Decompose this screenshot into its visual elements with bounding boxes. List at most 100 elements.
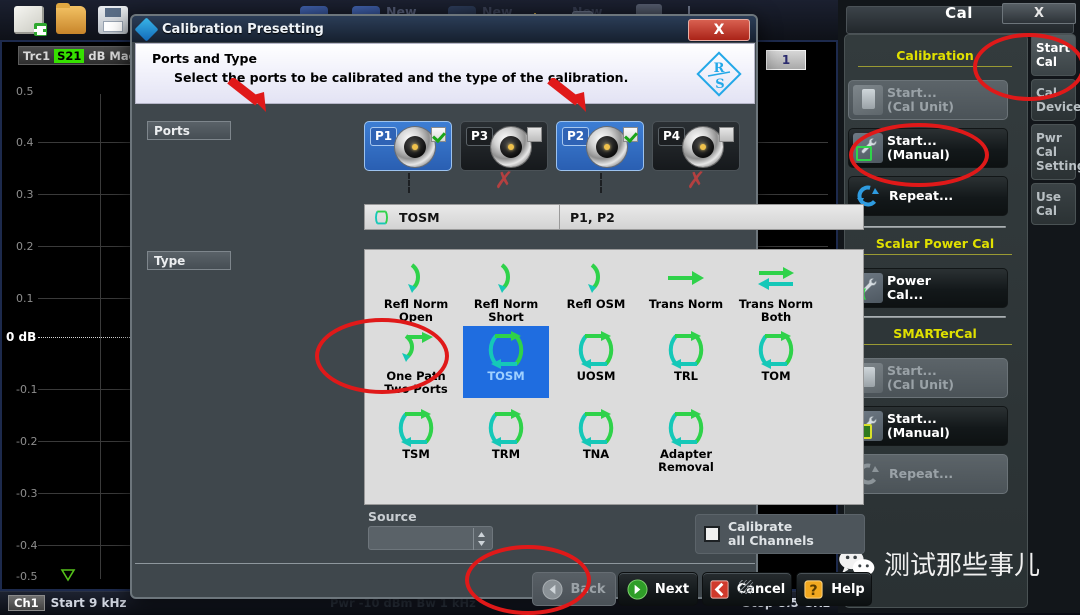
y-axis-tick: -0.1: [16, 383, 38, 396]
cal-type-grid: Refl Norm Open Refl Norm Short Refl OSM Tr…: [364, 249, 864, 505]
dialog-resize-grip[interactable]: [739, 580, 753, 594]
softkey-smarter-start-manual[interactable]: Start... (Manual): [848, 406, 1008, 446]
cal-type-refl-norm-short[interactable]: Refl Norm Short: [463, 258, 549, 324]
port-p1[interactable]: P1: [364, 121, 452, 171]
port-link-dash-p1: [408, 173, 410, 193]
cal-type-label: UOSM: [576, 369, 616, 383]
y-axis-tick: -0.2: [16, 435, 38, 448]
y-axis-tick-zero: 0 dB: [6, 330, 37, 344]
help-button[interactable]: ? Help: [796, 572, 872, 606]
loop-icon: [373, 408, 459, 448]
section-title-scalar-power-cal: Scalar Power Cal: [875, 236, 995, 251]
status-channel-badge[interactable]: Ch1: [8, 595, 45, 611]
connector-icon: [587, 127, 627, 167]
question-mark-icon: ?: [804, 579, 823, 599]
cal-type-tna[interactable]: TNA: [553, 408, 639, 461]
dialog-close-button[interactable]: X: [688, 19, 750, 41]
diagram-number-badge[interactable]: 1: [766, 50, 806, 70]
arrow-right-circle-icon: [627, 578, 648, 600]
new-document-icon[interactable]: [14, 6, 47, 36]
port-p3-checkbox[interactable]: [527, 127, 542, 142]
section-divider: [852, 226, 1006, 228]
svg-text:S: S: [715, 77, 724, 92]
cal-type-tosm[interactable]: TOSM: [463, 326, 549, 398]
softkey-smarter-start-cal-unit[interactable]: Start... (Cal Unit): [848, 358, 1008, 398]
back-button[interactable]: Back: [532, 572, 616, 606]
refl-arrow-icon: [553, 258, 639, 298]
cal-type-tsm[interactable]: TSM: [373, 408, 459, 461]
port-p1-checkbox[interactable]: [431, 127, 446, 142]
connector-icon: [491, 127, 531, 167]
status-start-frequency[interactable]: Start 9 kHz: [51, 596, 127, 610]
tab-start-cal[interactable]: Start Cal: [1031, 34, 1076, 76]
softkey-label: Start... (Manual): [887, 411, 950, 440]
port-p4[interactable]: P4: [652, 121, 740, 171]
next-button[interactable]: Next: [618, 572, 698, 606]
arrow-left-circle-icon: [542, 578, 563, 600]
source-input[interactable]: [368, 526, 493, 550]
port-label: P3: [466, 127, 494, 146]
cal-type-tom[interactable]: TOM: [733, 330, 819, 383]
loop-icon: [553, 408, 639, 448]
wrench-icon: [853, 133, 883, 163]
cal-type-label: Refl Norm Short: [473, 297, 539, 324]
port-p2[interactable]: P2: [556, 121, 644, 171]
tab-cal-devices[interactable]: CalDevices: [1031, 79, 1080, 121]
cal-type-trans-norm-both[interactable]: Trans Norm Both: [733, 258, 819, 324]
cal-type-uosm[interactable]: UOSM: [553, 330, 639, 383]
dialog-titlebar[interactable]: Calibration Presetting: [132, 16, 756, 42]
cal-type-trm[interactable]: TRM: [463, 408, 549, 461]
refl-arrow-icon: [463, 258, 549, 298]
rohde-schwarz-icon: [134, 16, 159, 42]
y-axis-tick: -0.4: [16, 539, 38, 552]
dialog-header-subtitle: Select the ports to be calibrated and th…: [174, 70, 629, 85]
tab-pwr-cal-settings[interactable]: Pwr CalSettings: [1031, 124, 1080, 180]
tab-label: CalDevices: [1036, 86, 1080, 114]
source-spinner[interactable]: [473, 528, 488, 550]
port-label: P2: [562, 127, 590, 146]
ports-group-label: Ports: [147, 121, 231, 140]
source-label: Source: [368, 509, 417, 524]
calibrate-all-channels-label: Calibrate all Channels: [728, 519, 814, 548]
softkey-repeat[interactable]: Repeat...: [848, 176, 1008, 216]
cal-type-refl-osm[interactable]: Refl OSM: [553, 258, 639, 311]
tab-use-cal[interactable]: Use Cal: [1031, 183, 1076, 225]
save-disk-icon[interactable]: [98, 6, 128, 34]
cal-type-adapter-removal[interactable]: Adapter Removal: [643, 408, 729, 474]
softkey-start-cal-unit[interactable]: Start... (Cal Unit): [848, 80, 1008, 120]
calibration-presetting-dialog: Calibration Presetting X Ports and Type …: [130, 14, 872, 606]
softkey-start-manual[interactable]: Start... (Manual): [848, 128, 1008, 168]
port-p3[interactable]: P3: [460, 121, 548, 171]
section-rule: [858, 344, 1012, 345]
dialog-header-title: Ports and Type: [152, 51, 257, 66]
softkey-smarter-repeat[interactable]: Repeat...: [848, 454, 1008, 494]
rohde-schwarz-logo: R S: [696, 51, 742, 97]
tab-label: Pwr CalSettings: [1036, 131, 1080, 173]
section-rule: [858, 66, 1012, 67]
port-p2-checkbox[interactable]: [623, 127, 638, 142]
port-label: P4: [658, 127, 686, 146]
onepath-icon: [373, 330, 459, 370]
port-link-x-p3: ✗: [494, 168, 514, 194]
cancel-icon: [710, 579, 729, 599]
port-p4-checkbox[interactable]: [719, 127, 734, 142]
trace-label[interactable]: Trc1 S21 dB Mag: [18, 46, 142, 65]
summary-separator: [559, 204, 560, 230]
softkey-label: Start... (Manual): [887, 133, 950, 162]
cal-type-trans-norm[interactable]: Trans Norm: [643, 258, 729, 311]
calibrate-all-channels-checkbox[interactable]: [704, 526, 720, 542]
section-title-calibration: Calibration: [896, 48, 974, 63]
calibration-summary-row[interactable]: TOSM P1, P2: [364, 204, 864, 230]
cal-type-one-path-two-ports[interactable]: One Path Two Ports: [373, 330, 459, 396]
cal-type-trl[interactable]: TRL: [643, 330, 729, 383]
calibrate-all-channels-option[interactable]: Calibrate all Channels: [695, 514, 865, 554]
loop-icon: [463, 330, 549, 370]
open-folder-icon[interactable]: [56, 3, 86, 34]
cal-type-refl-norm-open[interactable]: Refl Norm Open: [373, 258, 459, 324]
section-rule: [858, 254, 1012, 255]
cal-panel-close-button[interactable]: X: [1002, 3, 1076, 24]
tab-label: Use Cal: [1036, 190, 1062, 218]
arrows-both-icon: [733, 258, 819, 298]
softkey-power-cal[interactable]: )( PowerCal...: [848, 268, 1008, 308]
refl-arrow-icon: [373, 258, 459, 298]
